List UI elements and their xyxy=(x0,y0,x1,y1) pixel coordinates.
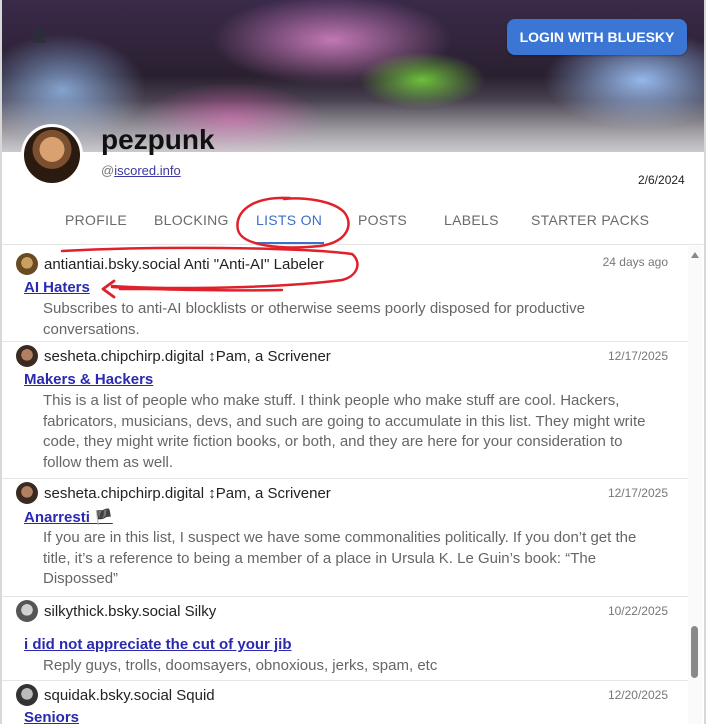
scrollbar-thumb[interactable] xyxy=(691,626,698,678)
profile-avatar xyxy=(21,124,83,186)
list-date: 12/17/2025 xyxy=(607,486,668,500)
tab-lists-on[interactable]: LISTS ON xyxy=(256,212,322,228)
tab-profile[interactable]: PROFILE xyxy=(65,212,127,228)
list-owner[interactable]: sesheta.chipchirp.digital ↕Pam, a Scrive… xyxy=(44,348,331,365)
owner-avatar[interactable] xyxy=(16,482,38,504)
list-owner[interactable]: silkythick.bsky.social Silky xyxy=(44,603,216,620)
tab-starter-packs[interactable]: STARTER PACKS xyxy=(531,212,649,228)
owner-avatar[interactable] xyxy=(16,684,38,706)
tab-blocking[interactable]: BLOCKING xyxy=(154,212,229,228)
list-item: sesheta.chipchirp.digital ↕Pam, a Scrive… xyxy=(2,479,688,597)
scroll-up-arrow-icon[interactable] xyxy=(691,252,699,258)
login-with-bluesky-button[interactable]: LOGIN WITH BLUESKY xyxy=(507,19,687,55)
list-item: squidak.bsky.social Squid 12/20/2025 Sen… xyxy=(2,681,688,724)
list-title-link[interactable]: Seniors xyxy=(24,709,79,724)
list-item-header: antiantiai.bsky.social Anti "Anti-AI" La… xyxy=(16,252,324,276)
list-description: If you are in this list, I suspect we ha… xyxy=(43,529,637,587)
list-item-header: sesheta.chipchirp.digital ↕Pam, a Scrive… xyxy=(16,481,331,505)
list-title-link[interactable]: AI Haters xyxy=(24,279,90,296)
list-item-header: silkythick.bsky.social Silky xyxy=(16,599,216,623)
list-owner[interactable]: antiantiai.bsky.social Anti "Anti-AI" La… xyxy=(44,256,324,273)
tab-labels[interactable]: LABELS xyxy=(444,212,499,228)
list-owner[interactable]: squidak.bsky.social Squid xyxy=(44,687,215,704)
profile-handle-link[interactable]: iscored.info xyxy=(114,163,180,178)
list-owner[interactable]: sesheta.chipchirp.digital ↕Pam, a Scrive… xyxy=(44,485,331,502)
list-description: This is a list of people who make stuff.… xyxy=(43,392,646,471)
owner-avatar[interactable] xyxy=(16,600,38,622)
profile-handle: @iscored.info xyxy=(101,163,181,178)
tab-posts[interactable]: POSTS xyxy=(358,212,407,228)
owner-avatar[interactable] xyxy=(16,253,38,275)
list-title-link[interactable]: Makers & Hackers xyxy=(24,371,153,388)
list-date: 10/22/2025 xyxy=(607,604,668,618)
list-title-link[interactable]: Anarresti 🏴 xyxy=(24,508,113,526)
list-date: 24 days ago xyxy=(602,255,668,269)
list-description: Reply guys, trolls, doomsayers, obnoxiou… xyxy=(43,657,438,674)
list-item: silkythick.bsky.social Silky 10/22/2025 … xyxy=(2,597,688,681)
app-frame: LOGIN WITH BLUESKY pezpunk @iscored.info… xyxy=(0,0,706,724)
list-description: Subscribes to anti-AI blocklists or othe… xyxy=(43,300,585,338)
profile-date: 2/6/2024 xyxy=(638,173,685,187)
list-item: sesheta.chipchirp.digital ↕Pam, a Scrive… xyxy=(2,342,688,479)
handle-at: @ xyxy=(101,163,115,178)
profile-tabs: PROFILE BLOCKING LISTS ON POSTS LABELS S… xyxy=(2,205,704,245)
list-item: antiantiai.bsky.social Anti "Anti-AI" La… xyxy=(2,246,688,342)
list-date: 12/20/2025 xyxy=(607,688,668,702)
profile-display-name: pezpunk xyxy=(101,124,215,155)
list-date: 12/17/2025 xyxy=(607,349,668,363)
list-item-header: squidak.bsky.social Squid xyxy=(16,683,215,707)
home-icon[interactable] xyxy=(28,24,50,44)
active-tab-indicator xyxy=(254,242,324,244)
list-title-link[interactable]: i did not appreciate the cut of your jib xyxy=(24,636,292,653)
owner-avatar[interactable] xyxy=(16,345,38,367)
list-item-header: sesheta.chipchirp.digital ↕Pam, a Scrive… xyxy=(16,344,331,368)
